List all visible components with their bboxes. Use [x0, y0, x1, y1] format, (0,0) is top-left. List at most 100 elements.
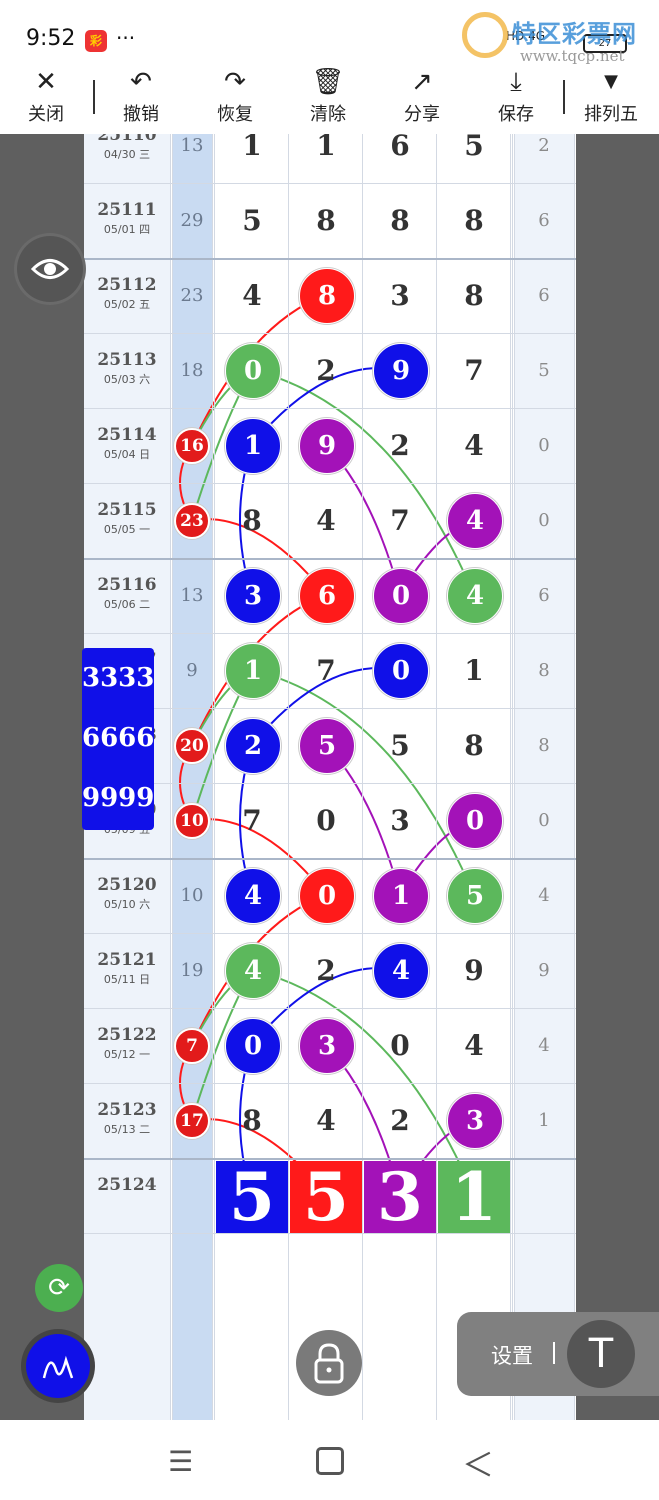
issue-cell: 25111 05/01 四	[84, 183, 170, 258]
sum-marker-ball[interactable]: 17	[174, 1103, 210, 1139]
marked-digit-ball[interactable]: 5	[447, 868, 503, 924]
marked-digit-ball[interactable]: 8	[299, 268, 355, 324]
grid-line	[170, 134, 171, 1420]
digit-cell[interactable]: 2	[289, 333, 363, 408]
status-bar: 9:52 彩 ··· HD 4G 27 特区彩票网 www.tqcp.net	[0, 0, 659, 66]
digit-cell[interactable]: 7	[437, 333, 511, 408]
result-digit-block[interactable]: 5	[290, 1161, 362, 1233]
issue-cell: 25122 05/12 一	[84, 1008, 170, 1083]
status-time: 9:52	[26, 26, 76, 51]
marked-digit-ball[interactable]: 4	[447, 568, 503, 624]
marked-digit-ball[interactable]: 6	[299, 568, 355, 624]
marked-digit-ball[interactable]: 1	[225, 643, 281, 699]
digit-cell[interactable]: 7	[289, 633, 363, 708]
save-button[interactable]: ⤓ 保存	[476, 66, 556, 126]
digit-cell[interactable]: 8	[215, 483, 289, 558]
pattern-overlay-panel[interactable]: 3333 6666 9999	[82, 648, 154, 830]
marked-digit-ball[interactable]: 2	[225, 718, 281, 774]
sum-marker-ball[interactable]: 16	[174, 428, 210, 464]
digit-cell[interactable]: 5	[437, 134, 511, 183]
digit-cell[interactable]: 0	[289, 783, 363, 858]
share-button[interactable]: ↗ 分享	[382, 66, 462, 126]
digit-cell[interactable]: 4	[289, 1083, 363, 1158]
sum-marker-ball[interactable]: 20	[174, 728, 210, 764]
back-icon[interactable]: ＜	[462, 1440, 494, 1486]
issue-number: 25112	[97, 275, 157, 295]
digit-cell[interactable]: 8	[437, 258, 511, 333]
digit-cell[interactable]: 1	[215, 134, 289, 183]
digit-cell[interactable]: 2	[289, 933, 363, 1008]
marked-digit-ball[interactable]: 0	[225, 1018, 281, 1074]
sum-marker-ball[interactable]: 23	[174, 503, 210, 539]
trash-icon: 🗑	[311, 67, 345, 97]
issue-date: 05/06 二	[103, 598, 151, 611]
digit-cell[interactable]: 8	[215, 1083, 289, 1158]
lottery-type-dropdown[interactable]: ▼ 排列五	[571, 66, 651, 126]
marked-digit-ball[interactable]: 0	[373, 643, 429, 699]
pattern-label: 3333	[82, 663, 155, 693]
digit-cell[interactable]: 7	[215, 783, 289, 858]
refresh-button[interactable]: ⟳	[35, 1264, 83, 1312]
undo-button[interactable]: ↶ 撤销	[101, 66, 181, 126]
result-digit-block[interactable]: 3	[364, 1161, 436, 1233]
sum-marker-ball[interactable]: 7	[174, 1028, 210, 1064]
recent-apps-icon[interactable]: ☰	[168, 1448, 196, 1476]
home-icon[interactable]	[316, 1447, 344, 1475]
trend-chart-board[interactable]: 25110 04/30 三 13 1 1 6 5 2 25111 05/01 四 29 5 8 8 8 6 25…	[84, 134, 576, 1420]
digit-cell[interactable]: 0	[363, 1008, 437, 1083]
issue-date: 04/30 三	[103, 148, 151, 161]
digit-cell[interactable]: 4	[215, 258, 289, 333]
app-notification-icon: 彩	[85, 30, 107, 52]
result-digit-block[interactable]: 1	[438, 1161, 510, 1233]
tail-cell: 5	[538, 360, 550, 381]
pen-tool-button[interactable]	[26, 1334, 90, 1398]
digit-cell[interactable]: 4	[437, 408, 511, 483]
digit-cell[interactable]: 5	[363, 708, 437, 783]
digit-cell[interactable]: 1	[289, 134, 363, 183]
sum-marker-ball[interactable]: 10	[174, 803, 210, 839]
marked-digit-ball[interactable]: 4	[447, 493, 503, 549]
sum-cell: 13	[180, 135, 204, 156]
marked-digit-ball[interactable]: 0	[447, 793, 503, 849]
marked-digit-ball[interactable]: 1	[373, 868, 429, 924]
sum-cell: 9	[186, 660, 198, 681]
marked-digit-ball[interactable]: 4	[373, 943, 429, 999]
marked-digit-ball[interactable]: 0	[225, 343, 281, 399]
digit-cell[interactable]: 5	[215, 183, 289, 258]
digit-cell[interactable]: 8	[289, 183, 363, 258]
digit-cell[interactable]: 4	[437, 1008, 511, 1083]
digit-cell[interactable]: 8	[437, 183, 511, 258]
lock-button[interactable]	[296, 1330, 362, 1396]
marked-digit-ball[interactable]: 0	[373, 568, 429, 624]
visibility-toggle-button[interactable]	[17, 236, 83, 302]
marked-digit-ball[interactable]: 9	[373, 343, 429, 399]
clear-button[interactable]: 🗑 清除	[288, 66, 368, 126]
digit-cell[interactable]: 4	[289, 483, 363, 558]
marked-digit-ball[interactable]: 4	[225, 868, 281, 924]
result-digit-block[interactable]: 5	[216, 1161, 288, 1233]
marked-digit-ball[interactable]: 9	[299, 418, 355, 474]
marked-digit-ball[interactable]: 3	[225, 568, 281, 624]
digit-cell[interactable]: 9	[437, 933, 511, 1008]
issue-cell: 25112 05/02 五	[84, 258, 170, 333]
digit-cell[interactable]: 3	[363, 783, 437, 858]
digit-cell[interactable]: 7	[363, 483, 437, 558]
marked-digit-ball[interactable]: 4	[225, 943, 281, 999]
digit-cell[interactable]: 6	[363, 134, 437, 183]
marked-digit-ball[interactable]: 0	[299, 868, 355, 924]
close-button[interactable]: ✕ 关闭	[6, 66, 86, 126]
digit-cell[interactable]: 2	[363, 408, 437, 483]
marked-digit-ball[interactable]: 3	[447, 1093, 503, 1149]
marked-digit-ball[interactable]: 5	[299, 718, 355, 774]
digit-cell[interactable]: 2	[363, 1083, 437, 1158]
redo-button[interactable]: ↷ 恢复	[195, 66, 275, 126]
marked-digit-ball[interactable]: 3	[299, 1018, 355, 1074]
digit-cell[interactable]: 8	[363, 183, 437, 258]
text-tool-button[interactable]: T	[567, 1320, 635, 1388]
digit-cell[interactable]: 8	[437, 708, 511, 783]
digit-cell[interactable]: 1	[437, 633, 511, 708]
digit-cell[interactable]: 3	[363, 258, 437, 333]
issue-number: 25120	[97, 875, 157, 895]
settings-button[interactable]: 设置	[491, 1340, 533, 1370]
marked-digit-ball[interactable]: 1	[225, 418, 281, 474]
